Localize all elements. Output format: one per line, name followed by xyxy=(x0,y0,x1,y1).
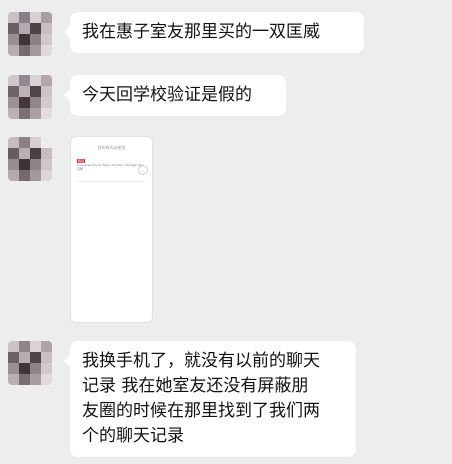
thumb-text: Converse Chuck Taylor All Star 70s High … xyxy=(77,163,144,171)
thumb-row: 假货 Converse Chuck Taylor All Star 70s Hi… xyxy=(77,159,147,175)
message-text: 我在惠子室友那里买的一双匡威 xyxy=(82,22,320,42)
contact-avatar[interactable] xyxy=(8,12,52,56)
stamp-icon xyxy=(138,165,148,175)
thumb-divider xyxy=(77,181,146,182)
contact-avatar[interactable] xyxy=(8,341,52,385)
contact-avatar[interactable] xyxy=(8,137,52,181)
message-line: 记录 我在她室友还没有屏蔽朋 xyxy=(82,376,309,396)
message-bubble[interactable]: 今天回学校验证是假的 xyxy=(64,75,286,116)
thumb-title: 我的有App鉴别 xyxy=(97,145,126,150)
contact-avatar[interactable] xyxy=(8,75,52,119)
message-bubble[interactable]: 我换手机了，就没有以前的聊天 记录 我在她室友还没有屏蔽朋 友圈的时候在那里找到… xyxy=(64,341,356,457)
image-message[interactable]: 我的有App鉴别 假货 Converse Chuck Taylor All St… xyxy=(70,136,153,323)
message-line: 个的聊天记录 xyxy=(82,426,184,446)
message-bubble[interactable]: 我在惠子室友那里买的一双匡威 xyxy=(64,12,364,53)
message-text: 今天回学校验证是假的 xyxy=(82,85,252,105)
message-line: 我换手机了，就没有以前的聊天 xyxy=(82,351,320,371)
message-line: 友圈的时候在那里找到了我们两 xyxy=(82,401,320,421)
